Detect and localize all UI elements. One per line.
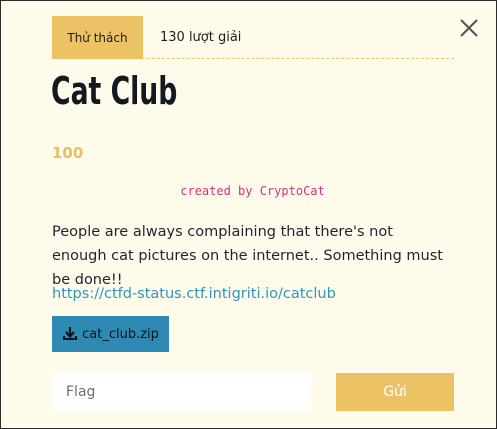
challenge-title: Cat Club (51, 69, 178, 113)
close-icon[interactable] (457, 16, 481, 40)
tab-challenge-label: Thử thách (67, 30, 128, 45)
submit-button[interactable]: Gửi (336, 373, 454, 411)
tab-challenge[interactable]: Thử thách (52, 16, 143, 59)
tab-solves-label: 130 lượt giải (160, 30, 242, 45)
challenge-link[interactable]: https://ctfd-status.ctf.intigriti.io/cat… (52, 286, 336, 302)
challenge-modal: Thử thách 130 lượt giải Cat Club 100 cre… (0, 0, 497, 429)
tab-solves[interactable]: 130 lượt giải (160, 16, 241, 59)
challenge-description: People are always complaining that there… (52, 224, 443, 288)
challenge-points: 100 (52, 144, 84, 162)
download-file-label: cat_club.zip (82, 326, 159, 342)
flag-input[interactable] (52, 373, 311, 411)
download-file-button[interactable]: cat_club.zip (52, 316, 169, 352)
challenge-author: created by CryptoCat (180, 184, 325, 198)
challenge-tabs: Thử thách 130 lượt giải (52, 16, 454, 59)
download-icon (62, 326, 78, 342)
